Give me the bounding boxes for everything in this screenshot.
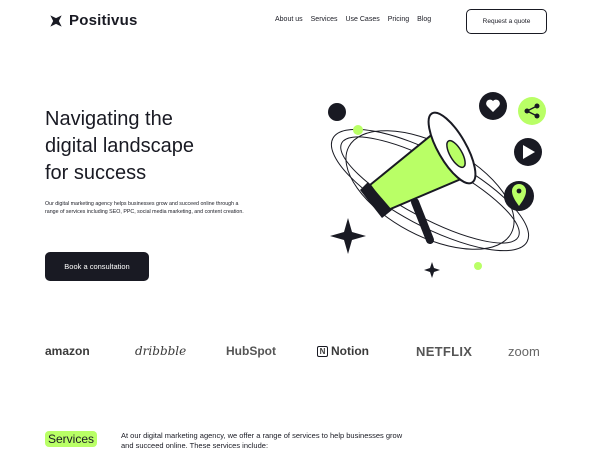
amazon-logo: amazon (45, 344, 90, 358)
services-heading: Services (45, 431, 98, 447)
netflix-logo: NETFLIX (416, 344, 473, 359)
megaphone-icon (360, 111, 477, 244)
hero-title-line: for success (45, 162, 147, 184)
sparkle-icon (424, 262, 440, 278)
notion-label: Notion (331, 344, 369, 358)
location-pin-icon (504, 181, 534, 211)
zoom-logo: zoom (508, 344, 540, 359)
hero-title-line: digital landscape (45, 135, 194, 157)
book-consultation-button[interactable]: Book a consultation (45, 252, 149, 281)
sparkle-icon (330, 218, 366, 254)
star-logo-icon (50, 14, 62, 27)
share-icon (518, 97, 546, 125)
megaphone-illustration (328, 92, 546, 278)
dribbble-logo: dribbble (135, 344, 187, 358)
nav-link-blog[interactable]: Blog (417, 16, 431, 23)
notion-icon: N (317, 345, 328, 357)
brand-name: Positivus (69, 12, 138, 29)
play-icon (514, 138, 542, 166)
hero-title: Navigating the digital landscape for suc… (45, 106, 255, 187)
black-dot (328, 103, 346, 121)
nav-link-use-cases[interactable]: Use Cases (345, 16, 379, 23)
nav-link-about[interactable]: About us (275, 16, 303, 23)
heart-icon (479, 92, 507, 120)
green-dot (353, 125, 363, 135)
hubspot-logo: HubSpot (226, 344, 276, 358)
hero-description: Our digital marketing agency helps busin… (45, 201, 244, 215)
notion-logo: N Notion (317, 344, 369, 358)
nav-links: About us Services Use Cases Pricing Blog (275, 16, 431, 23)
request-quote-button[interactable]: Request a quote (466, 9, 547, 34)
nav-link-pricing[interactable]: Pricing (388, 16, 409, 23)
top-navbar: Positivus About us Services Use Cases Pr… (0, 0, 592, 44)
services-description: At our digital marketing agency, we offe… (121, 431, 403, 450)
green-dot (474, 262, 482, 270)
client-logos: amazon dribbble HubSpot N Notion NETFLIX… (0, 340, 592, 370)
nav-link-services[interactable]: Services (311, 16, 338, 23)
hero-title-line: Navigating the (45, 108, 173, 130)
brand-logo[interactable]: Positivus (48, 12, 138, 29)
